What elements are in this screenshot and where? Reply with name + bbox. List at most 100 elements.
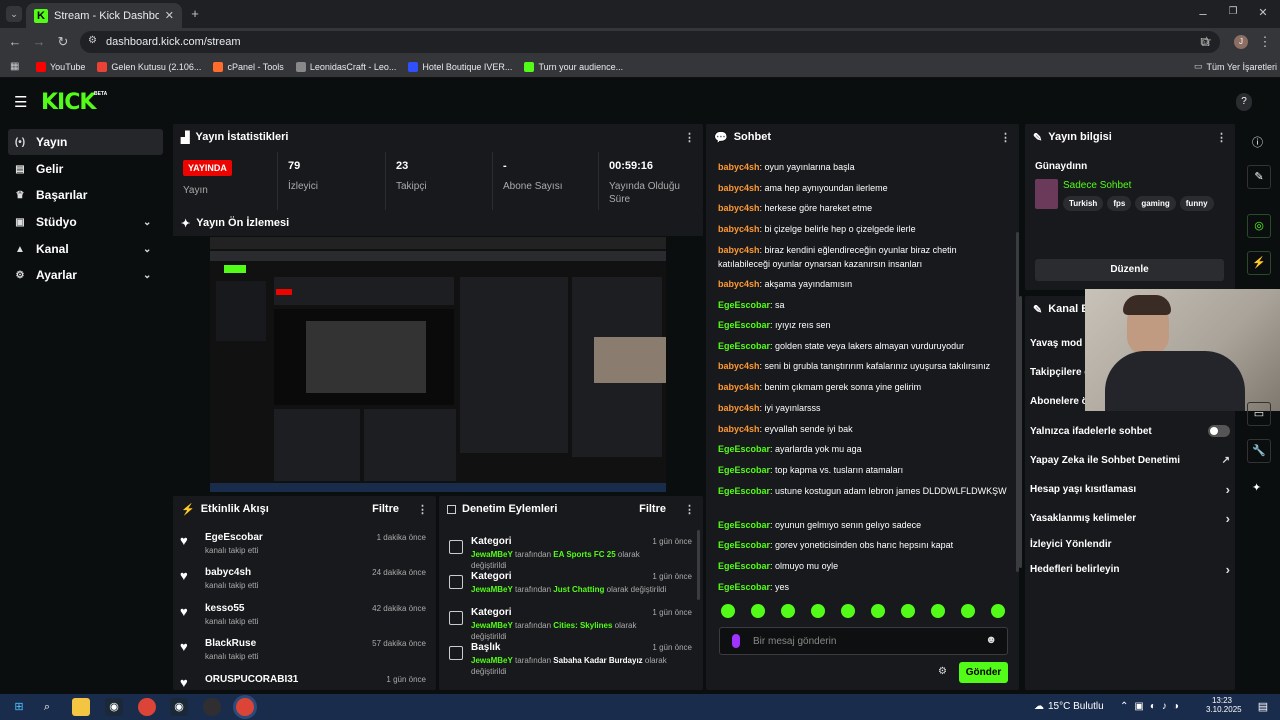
channel-action-row[interactable]: İzleyici Yönlendir <box>1030 537 1230 551</box>
sidebar-item-3[interactable]: ▣ Stüdyo ⌄ <box>8 209 163 235</box>
chevron-down-icon[interactable]: ⌄ <box>143 217 163 228</box>
close-window-icon[interactable]: ✕ <box>1256 6 1270 19</box>
activity-user[interactable]: babyc4sh <box>205 567 251 578</box>
url-bar[interactable]: ⚙ dashboard.kick.com/stream ☆ <box>80 31 1220 53</box>
emote-icon[interactable] <box>991 604 1005 618</box>
all-bookmarks[interactable]: ▭ Tüm Yer İşaretleri <box>1194 61 1277 72</box>
back-icon[interactable]: ← <box>8 34 22 49</box>
stream-tag[interactable]: funny <box>1179 196 1214 211</box>
sparkle-icon[interactable]: ✦ <box>1252 481 1261 494</box>
chat-username[interactable]: babyc4sh <box>718 162 760 172</box>
bookmark-gmail[interactable]: Gelen Kutusu (2.106... <box>97 61 201 72</box>
lightning-tool-icon[interactable]: ⚡ <box>1247 251 1271 275</box>
stream-tag[interactable]: gaming <box>1135 196 1176 211</box>
moderator-name[interactable]: JewaMBeY <box>471 585 513 594</box>
stream-preview-video[interactable] <box>210 237 666 492</box>
chat-username[interactable]: babyc4sh <box>718 203 760 213</box>
moderator-name[interactable]: JewaMBeY <box>471 621 513 630</box>
emote-icon[interactable] <box>751 604 765 618</box>
browser-menu-icon[interactable]: ⋮ <box>1258 34 1272 50</box>
capture-tool-icon[interactable]: ◎ <box>1247 214 1271 238</box>
activity-user[interactable]: kesso55 <box>205 603 244 614</box>
reload-icon[interactable]: ↻ <box>56 34 70 50</box>
activity-user[interactable]: ORUSPUCORABI31 <box>205 674 298 685</box>
chevron-right-icon[interactable]: › <box>1226 482 1230 497</box>
emote-icon[interactable] <box>931 604 945 618</box>
chrome-icon[interactable] <box>138 698 156 716</box>
emote-icon[interactable] <box>871 604 885 618</box>
chat-settings-icon[interactable]: ⚙ <box>938 666 947 677</box>
profile-avatar[interactable]: J <box>1234 35 1248 49</box>
chat-username[interactable]: EgeEscobar <box>718 341 770 351</box>
bookmark-youtube[interactable]: YouTube <box>36 61 85 72</box>
chrome-active-icon[interactable] <box>236 698 254 716</box>
file-explorer-icon[interactable] <box>72 698 90 716</box>
tab-search-icon[interactable]: ⌄ <box>6 6 22 22</box>
chat-username[interactable]: EgeEscobar <box>718 444 770 454</box>
sidebar-item-4[interactable]: ▲ Kanal ⌄ <box>8 236 163 262</box>
channel-action-row[interactable]: Yalnızca ifadelerle sohbet <box>1030 424 1230 438</box>
site-info-icon[interactable]: ⚙ <box>88 35 97 46</box>
extensions-icon[interactable]: ⧉ <box>1198 34 1212 50</box>
chat-send-button[interactable]: Gönder <box>959 662 1008 683</box>
user-avatar[interactable]: ? <box>1236 93 1252 111</box>
chat-username[interactable]: EgeEscobar <box>718 300 770 310</box>
chat-username[interactable]: EgeEscobar <box>718 582 770 592</box>
sidebar-item-0[interactable]: (•) Yayın <box>8 129 163 155</box>
emoji-picker-icon[interactable]: ☻ <box>985 634 997 646</box>
windows-start-icon[interactable]: ⊞ <box>10 698 28 716</box>
hamburger-menu-icon[interactable]: ☰ <box>14 93 27 111</box>
kick-logo[interactable]: KICK <box>41 90 96 115</box>
sidebar-item-1[interactable]: ▤ Gelir <box>8 156 163 182</box>
system-tray-icons[interactable]: ⌃▣◐♪◑ <box>1120 701 1185 712</box>
minimize-icon[interactable]: – <box>1196 6 1210 21</box>
activity-filter-button[interactable]: Filtre <box>372 503 399 515</box>
emote-icon[interactable] <box>721 604 735 618</box>
chat-menu-icon[interactable]: ⋮ <box>1000 131 1011 144</box>
chevron-down-icon[interactable]: ⌄ <box>143 244 163 255</box>
activity-user[interactable]: BlackRuse <box>205 638 256 649</box>
microphone-icon[interactable] <box>732 634 740 648</box>
channel-action-row[interactable]: Hedefleri belirleyin › <box>1030 562 1230 577</box>
wrench-tool-icon[interactable]: 🔧 <box>1247 439 1271 463</box>
channel-action-row[interactable]: Yapay Zeka ile Sohbet Denetimi ↗ <box>1030 453 1230 467</box>
chat-username[interactable]: EgeEscobar <box>718 520 770 530</box>
chat-username[interactable]: babyc4sh <box>718 382 760 392</box>
moderation-filter-button[interactable]: Filtre <box>639 503 666 515</box>
moderation-menu-icon[interactable]: ⋮ <box>684 503 695 516</box>
chat-username[interactable]: babyc4sh <box>718 279 760 289</box>
sidebar-item-5[interactable]: ⚙ Ayarlar ⌄ <box>8 262 163 288</box>
obs-icon[interactable] <box>203 698 221 716</box>
emote-icon[interactable] <box>961 604 975 618</box>
channel-actions-scrollbar[interactable] <box>1019 296 1022 568</box>
chat-username[interactable]: EgeEscobar <box>718 465 770 475</box>
browser-tab[interactable]: K Stream - Kick Dashboard ✕ <box>26 3 182 28</box>
emote-icon[interactable] <box>811 604 825 618</box>
stream-tag[interactable]: fps <box>1107 196 1132 211</box>
steam-2-icon[interactable]: ◉ <box>170 698 188 716</box>
activity-user[interactable]: EgeEscobar <box>205 532 263 543</box>
chat-username[interactable]: babyc4sh <box>718 403 760 413</box>
chat-username[interactable]: EgeEscobar <box>718 561 770 571</box>
moderation-scrollbar[interactable] <box>697 530 700 600</box>
chat-username[interactable]: babyc4sh <box>718 361 760 371</box>
chevron-right-icon[interactable]: › <box>1226 562 1230 577</box>
info-icon[interactable]: ⓘ <box>1252 134 1263 150</box>
external-link-icon[interactable]: ↗ <box>1222 455 1230 466</box>
bookmark-kick[interactable]: Turn your audience... <box>524 61 623 72</box>
channel-action-row[interactable]: Hesap yaşı kısıtlaması › <box>1030 482 1230 497</box>
chat-username[interactable]: babyc4sh <box>718 224 760 234</box>
moderator-name[interactable]: JewaMBeY <box>471 550 513 559</box>
stream-tag[interactable]: Turkish <box>1063 196 1104 211</box>
chevron-right-icon[interactable]: › <box>1226 511 1230 526</box>
taskbar-clock[interactable]: 13:23 3.10.2025 <box>1206 696 1242 714</box>
weather-widget[interactable]: ☁ 15°C Bulutlu <box>1034 701 1104 712</box>
chat-username[interactable]: EgeEscobar <box>718 320 770 330</box>
new-tab-icon[interactable]: + <box>188 6 202 21</box>
chat-username[interactable]: babyc4sh <box>718 245 760 255</box>
moderator-name[interactable]: JewaMBeY <box>471 656 513 665</box>
chat-username[interactable]: babyc4sh <box>718 183 760 193</box>
taskbar-search-icon[interactable]: ⌕ <box>38 698 56 716</box>
chat-username[interactable]: EgeEscobar <box>718 540 770 550</box>
emote-icon[interactable] <box>781 604 795 618</box>
